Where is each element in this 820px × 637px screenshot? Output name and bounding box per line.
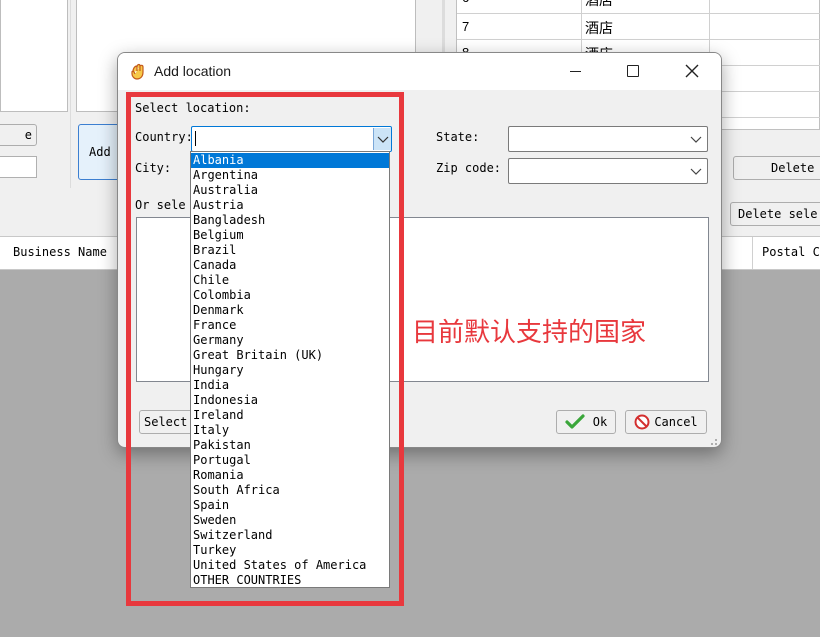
bg-left-listbox[interactable] xyxy=(0,0,68,112)
chevron-down-icon[interactable] xyxy=(687,129,705,149)
zip-code-combobox[interactable] xyxy=(508,158,708,184)
minimize-icon[interactable] xyxy=(570,71,581,72)
bg-delete-button-label: Delete xyxy=(771,161,815,175)
column-header-postal-code[interactable]: Postal C xyxy=(762,245,820,259)
dialog-title-bar[interactable]: Add location xyxy=(118,53,721,90)
ok-button[interactable]: Ok xyxy=(556,410,616,434)
bg-delete-button[interactable]: Delete xyxy=(733,156,820,180)
close-icon[interactable] xyxy=(685,64,699,78)
cancel-button[interactable]: Cancel xyxy=(625,410,707,434)
hand-app-icon xyxy=(129,63,147,81)
checkmark-icon xyxy=(565,414,585,430)
bg-left-input[interactable] xyxy=(0,156,37,178)
resize-grip-icon[interactable] xyxy=(708,435,718,445)
bg-left-groupbox xyxy=(70,0,71,188)
bg-left-button-1-label: e xyxy=(24,128,32,142)
header-divider xyxy=(752,237,753,269)
row-text: 酒店 xyxy=(585,20,613,36)
bg-delete-selected-button-label: Delete sele xyxy=(738,207,818,221)
ok-button-label: Ok xyxy=(592,415,608,429)
annotation-text: 目前默认支持的国家 xyxy=(412,318,647,348)
annotation-highlight-box xyxy=(126,92,404,606)
bg-add-button-label: Add xyxy=(89,145,111,159)
state-label: State: xyxy=(436,130,480,144)
column-header-business-name[interactable]: Business Name xyxy=(13,245,107,259)
bg-left-button-1[interactable]: e xyxy=(0,124,37,146)
bg-delete-selected-button[interactable]: Delete sele xyxy=(730,202,820,226)
row-text: 酒店 xyxy=(585,0,613,8)
state-combobox[interactable] xyxy=(508,126,708,152)
table-row[interactable]: 6 酒店 xyxy=(457,0,820,14)
row-number: 6 xyxy=(462,0,469,5)
row-number: 7 xyxy=(462,19,470,34)
zip-code-label: Zip code: xyxy=(436,161,502,175)
maximize-icon[interactable] xyxy=(627,65,639,77)
no-entry-icon xyxy=(634,414,650,430)
dialog-title: Add location xyxy=(154,63,232,79)
chevron-down-icon[interactable] xyxy=(687,161,705,181)
table-row[interactable]: 7 酒店 xyxy=(457,14,820,40)
cancel-button-label: Cancel xyxy=(654,415,698,429)
